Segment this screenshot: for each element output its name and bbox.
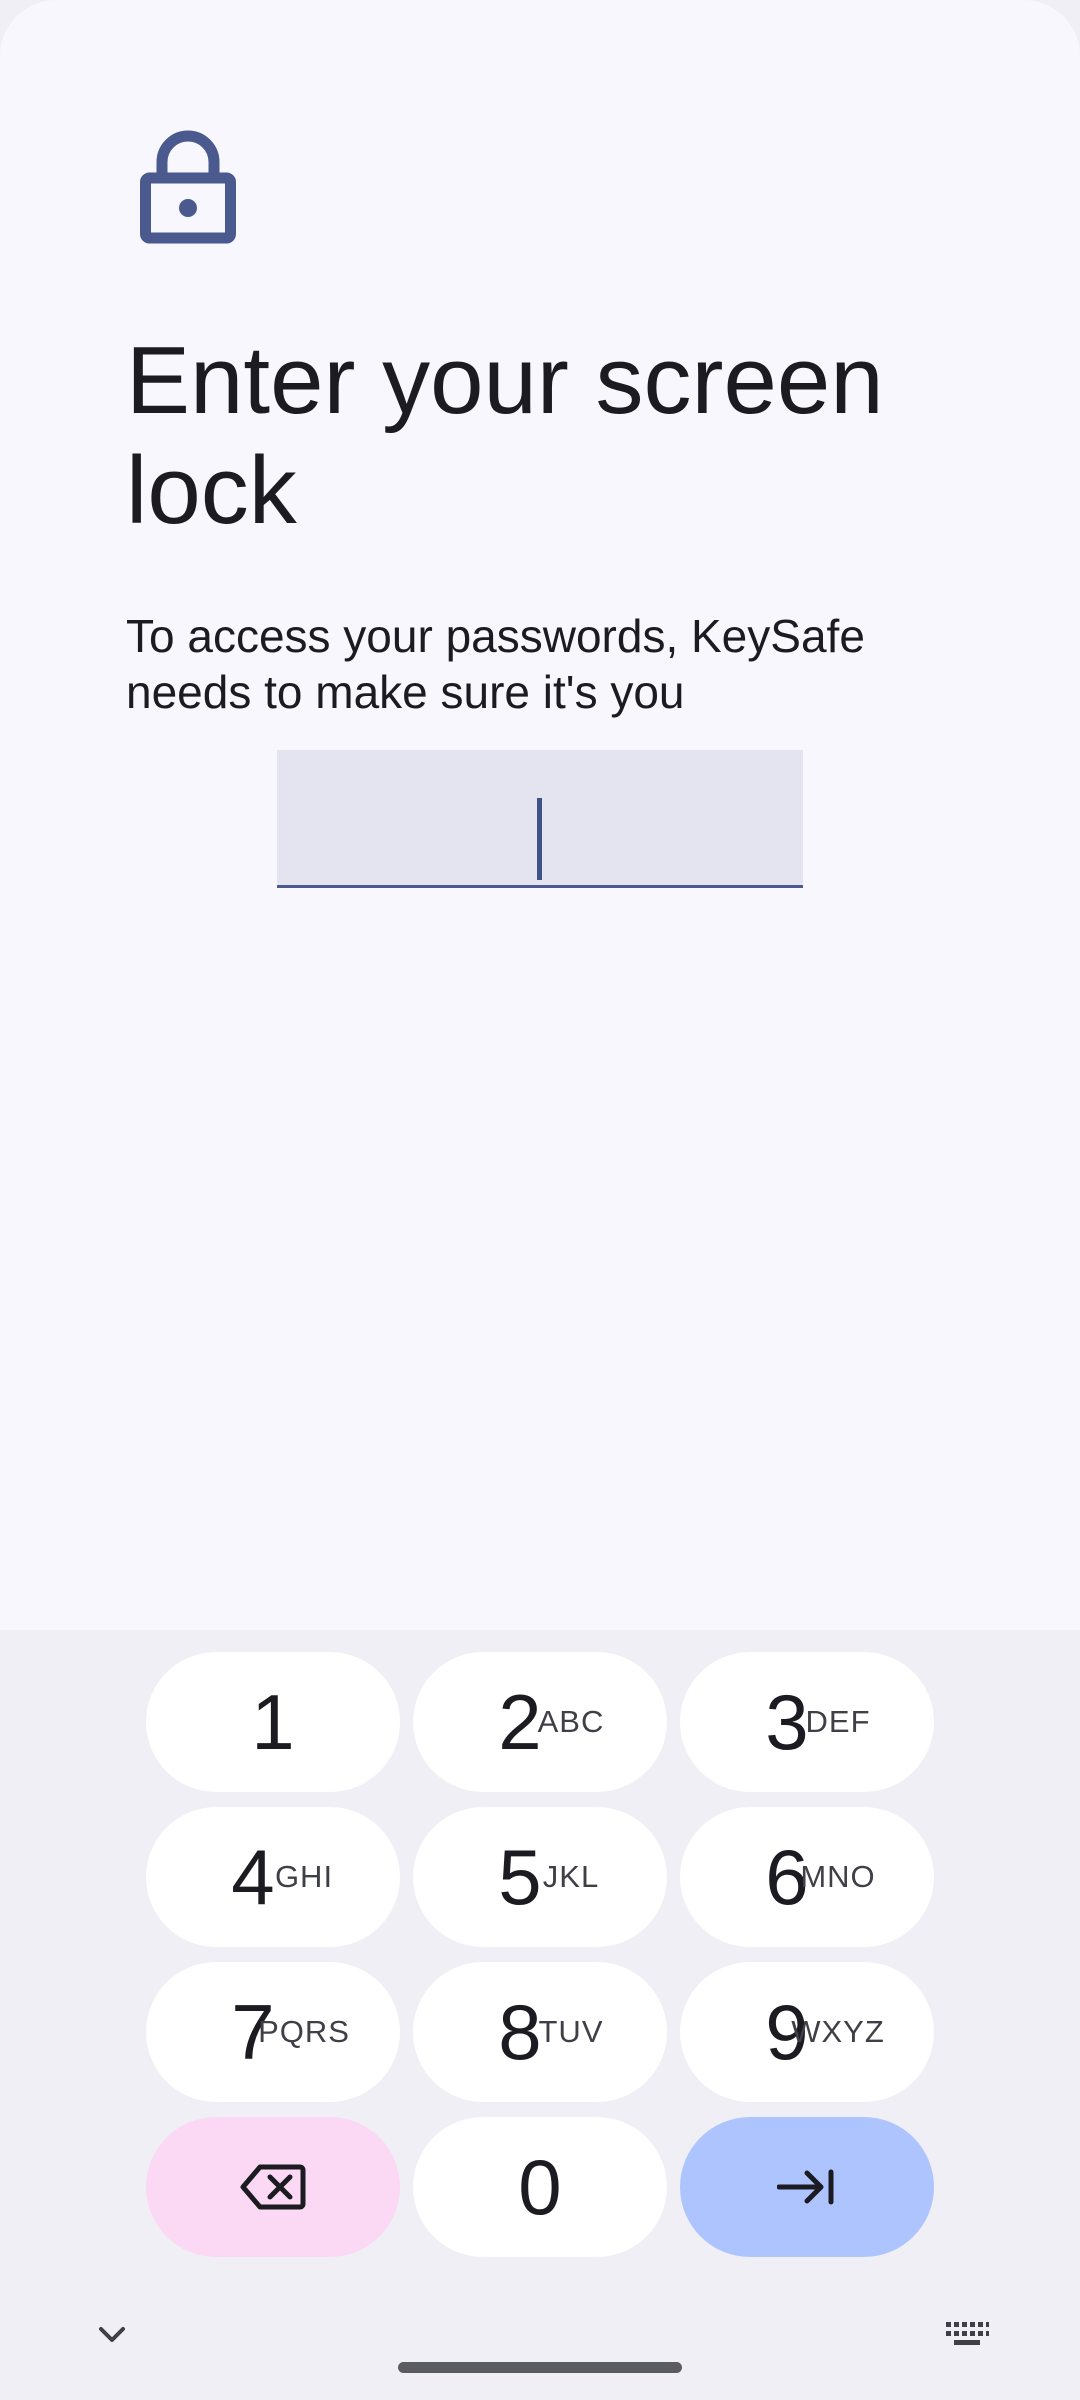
key-letters: PQRS (258, 2014, 350, 2049)
backspace-icon (240, 2164, 306, 2210)
key-digit: 4 (231, 1833, 275, 1921)
key-digit: 3 (765, 1678, 809, 1766)
key-letters: GHI (274, 1859, 334, 1894)
key-digit: 1 (251, 1678, 295, 1766)
screen: Enter your screen lock To access your pa… (0, 0, 1080, 2400)
key-letters: WXYZ (791, 2014, 885, 2049)
key-3[interactable]: 3 DEF (680, 1652, 934, 1792)
key-digit: 5 (498, 1833, 542, 1921)
tab-enter-icon (777, 2169, 834, 2205)
page-title: Enter your screen lock (126, 327, 884, 544)
page-subtitle: To access your passwords, KeySafe needs … (126, 610, 865, 718)
key-1[interactable]: 1 (146, 1652, 400, 1792)
key-6[interactable]: 6 MNO (680, 1807, 934, 1947)
numeric-keypad: 1 2 ABC 3 DEF 4 GHI 5 JKL 6 MNO 7 PQRS 8… (146, 1652, 934, 2257)
backspace-button[interactable] (146, 2117, 400, 2257)
lock-sheet: Enter your screen lock To access your pa… (0, 0, 1080, 1630)
text-cursor (537, 798, 542, 880)
key-digit: 2 (498, 1678, 542, 1766)
key-letters: DEF (805, 1704, 871, 1739)
home-gesture-handle[interactable] (398, 2362, 682, 2373)
key-7[interactable]: 7 PQRS (146, 1962, 400, 2102)
pin-input[interactable] (277, 750, 803, 888)
key-letters: MNO (800, 1859, 876, 1894)
key-5[interactable]: 5 JKL (413, 1807, 667, 1947)
key-letters: JKL (542, 1859, 600, 1894)
key-9[interactable]: 9 WXYZ (680, 1962, 934, 2102)
key-8[interactable]: 8 TUV (413, 1962, 667, 2102)
key-letters: ABC (537, 1704, 605, 1739)
key-digit: 0 (518, 2143, 562, 2231)
key-0[interactable]: 0 (413, 2117, 667, 2257)
chevron-down-icon[interactable] (96, 2318, 128, 2350)
key-letters: TUV (538, 2014, 604, 2049)
key-4[interactable]: 4 GHI (146, 1807, 400, 1947)
key-digit: 8 (498, 1988, 542, 2076)
lock-icon (140, 130, 236, 244)
keyboard-icon[interactable] (944, 2318, 990, 2350)
enter-button[interactable] (680, 2117, 934, 2257)
key-2[interactable]: 2 ABC (413, 1652, 667, 1792)
